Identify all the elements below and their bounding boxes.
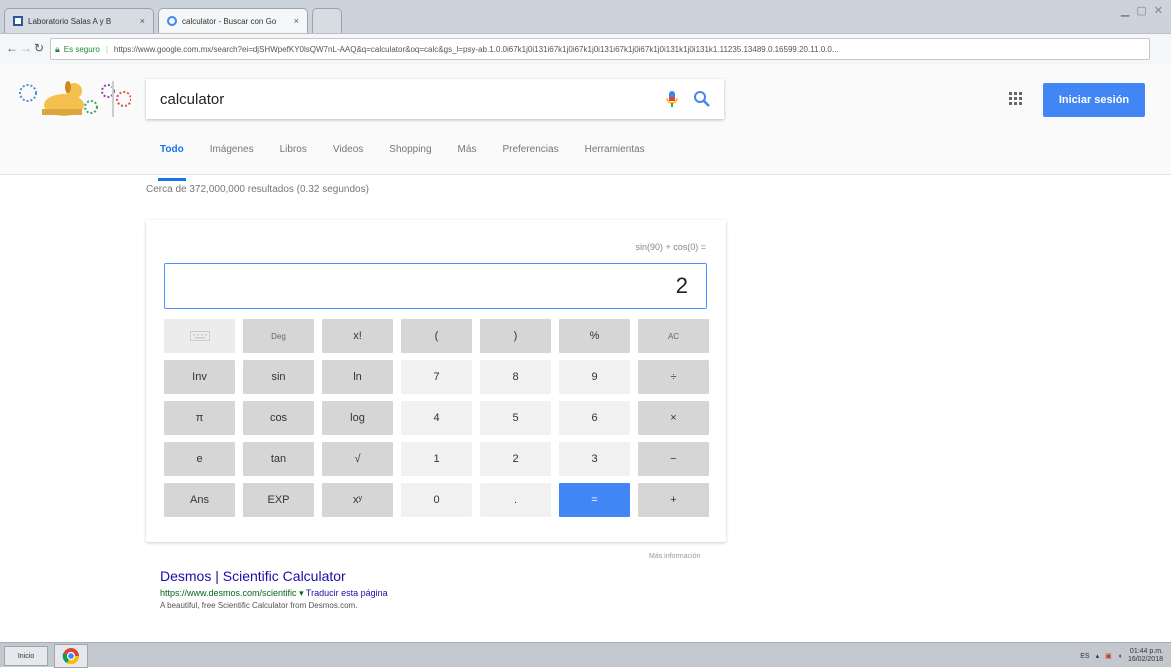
search-box bbox=[146, 79, 724, 119]
calc-key-cos[interactable]: cos bbox=[243, 401, 314, 435]
calc-key-subtract[interactable]: − bbox=[638, 442, 709, 476]
tab-imagenes[interactable]: Imágenes bbox=[210, 144, 254, 168]
tab-herramientas[interactable]: Herramientas bbox=[585, 144, 645, 168]
more-info-link[interactable]: Más información bbox=[649, 553, 700, 560]
tray-flag-icon[interactable]: ▴ bbox=[1096, 652, 1100, 660]
tab-title: calculator - Buscar con Go bbox=[182, 16, 277, 26]
calc-key-power[interactable]: xʸ bbox=[322, 483, 393, 517]
calc-key-add[interactable]: + bbox=[638, 483, 709, 517]
new-tab-button[interactable] bbox=[312, 8, 342, 33]
calc-key-open-paren[interactable]: ( bbox=[401, 319, 472, 353]
lock-icon: 🔒︎ bbox=[55, 43, 60, 54]
calc-key-0[interactable]: 0 bbox=[401, 483, 472, 517]
calc-key-ln[interactable]: ln bbox=[322, 360, 393, 394]
google-favicon-icon bbox=[167, 16, 177, 26]
google-header: Iniciar sesión Todo Imágenes Libros Vide… bbox=[0, 64, 1171, 181]
address-bar: ← → ↻ 🔒︎ Es seguro | https://www.google.… bbox=[0, 34, 1171, 65]
calc-key-1[interactable]: 1 bbox=[401, 442, 472, 476]
calc-key-7[interactable]: 7 bbox=[401, 360, 472, 394]
result-title-link[interactable]: Desmos | Scientific Calculator bbox=[160, 568, 346, 584]
calc-key-6[interactable]: 6 bbox=[559, 401, 630, 435]
tab-preferencias[interactable]: Preferencias bbox=[502, 144, 558, 168]
start-button[interactable]: Inicio bbox=[4, 646, 48, 666]
tab-calculator[interactable]: calculator - Buscar con Go × bbox=[158, 8, 308, 33]
search-input[interactable] bbox=[158, 89, 652, 109]
calc-key-multiply[interactable]: × bbox=[638, 401, 709, 435]
tab-todo[interactable]: Todo bbox=[158, 144, 186, 181]
calc-key-5[interactable]: 5 bbox=[480, 401, 551, 435]
chrome-icon bbox=[62, 648, 80, 665]
system-tray: ES ▴ ▣ ◖ 01:44 p.m. 16/02/2018 bbox=[1080, 648, 1163, 664]
close-tab-icon[interactable]: × bbox=[140, 16, 145, 26]
security-label: Es seguro bbox=[63, 44, 100, 54]
url-input[interactable]: 🔒︎ Es seguro | https://www.google.com.mx… bbox=[50, 38, 1150, 60]
calc-key-log[interactable]: log bbox=[322, 401, 393, 435]
calc-key-percent[interactable]: % bbox=[559, 319, 630, 353]
calculator-result: 2 bbox=[675, 273, 688, 298]
calc-key-deg[interactable]: Deg bbox=[243, 319, 314, 353]
calc-key-9[interactable]: 9 bbox=[559, 360, 630, 394]
clock[interactable]: 01:44 p.m. 16/02/2018 bbox=[1128, 648, 1163, 664]
calc-key-ans[interactable]: Ans bbox=[164, 483, 235, 517]
tab-libros[interactable]: Libros bbox=[280, 144, 307, 168]
windows-taskbar: Inicio ES ▴ ▣ ◖ 01:44 p.m. 16/02/2018 bbox=[0, 642, 1171, 668]
calc-key-divide[interactable]: ÷ bbox=[638, 360, 709, 394]
back-icon[interactable]: ← bbox=[6, 41, 18, 55]
calc-key-decimal[interactable]: . bbox=[480, 483, 551, 517]
calc-key-keyboard[interactable] bbox=[164, 319, 235, 353]
network-icon[interactable]: ▣ bbox=[1105, 652, 1112, 660]
calculator-expression: sin(90) + cos(0) = bbox=[635, 242, 706, 252]
window-controls[interactable]: ▁ ▢ ✕ bbox=[1121, 4, 1165, 17]
calc-key-exp[interactable]: EXP bbox=[243, 483, 314, 517]
apps-grid-icon[interactable] bbox=[1009, 92, 1023, 106]
search-tabs: Todo Imágenes Libros Videos Shopping Más… bbox=[158, 144, 671, 181]
site-favicon-icon bbox=[13, 16, 23, 26]
calc-key-3[interactable]: 3 bbox=[559, 442, 630, 476]
volume-icon[interactable]: ◖ bbox=[1118, 653, 1122, 660]
calc-key-sin[interactable]: sin bbox=[243, 360, 314, 394]
calculator-widget: sin(90) + cos(0) = 2 Deg x! ( ) % AC Inv… bbox=[146, 220, 726, 542]
calc-key-8[interactable]: 8 bbox=[480, 360, 551, 394]
tab-shopping[interactable]: Shopping bbox=[389, 144, 431, 168]
browser-tab-bar: Laboratorio Salas A y B × calculator - B… bbox=[0, 0, 1171, 34]
calc-key-close-paren[interactable]: ) bbox=[480, 319, 551, 353]
calc-key-sqrt[interactable]: √ bbox=[322, 442, 393, 476]
url-text: https://www.google.com.mx/search?ei=djSH… bbox=[113, 44, 839, 54]
omnibox-separator: | bbox=[105, 44, 108, 54]
calc-key-e[interactable]: e bbox=[164, 442, 235, 476]
tab-videos[interactable]: Videos bbox=[333, 144, 363, 168]
calc-key-2[interactable]: 2 bbox=[480, 442, 551, 476]
chrome-taskbar-button[interactable] bbox=[54, 644, 88, 668]
tab-title: Laboratorio Salas A y B bbox=[28, 16, 112, 26]
calc-key-4[interactable]: 4 bbox=[401, 401, 472, 435]
result-url-text: https://www.desmos.com/scientific bbox=[160, 588, 297, 598]
result-url: https://www.desmos.com/scientific ▾ Trad… bbox=[160, 588, 388, 599]
translate-link[interactable]: Traducir esta página bbox=[306, 588, 388, 598]
reload-icon[interactable]: ↻ bbox=[34, 41, 44, 55]
tab-laboratorio[interactable]: Laboratorio Salas A y B × bbox=[4, 8, 154, 33]
calc-key-pi[interactable]: π bbox=[164, 401, 235, 435]
google-doodle-logo[interactable] bbox=[16, 79, 131, 119]
tab-mas[interactable]: Más bbox=[458, 144, 477, 168]
signin-button[interactable]: Iniciar sesión bbox=[1043, 83, 1145, 117]
keyboard-icon bbox=[189, 331, 210, 341]
dropdown-arrow-icon[interactable]: ▾ bbox=[299, 588, 306, 598]
result-description: A beautiful, free Scientific Calculator … bbox=[160, 601, 358, 610]
search-icon[interactable] bbox=[692, 89, 712, 109]
language-indicator[interactable]: ES bbox=[1080, 653, 1089, 660]
close-tab-icon[interactable]: × bbox=[294, 16, 299, 26]
calculator-display[interactable]: 2 bbox=[164, 263, 707, 309]
calc-key-tan[interactable]: tan bbox=[243, 442, 314, 476]
calc-key-ac[interactable]: AC bbox=[638, 319, 709, 353]
result-stats: Cerca de 372,000,000 resultados (0.32 se… bbox=[146, 184, 369, 195]
calc-key-inv[interactable]: Inv bbox=[164, 360, 235, 394]
forward-icon[interactable]: → bbox=[20, 41, 32, 55]
calc-key-equals[interactable]: = bbox=[559, 483, 630, 517]
clock-date: 16/02/2018 bbox=[1127, 656, 1163, 663]
calc-key-factorial[interactable]: x! bbox=[322, 319, 393, 353]
clock-time: 01:44 p.m. bbox=[1129, 648, 1163, 655]
calculator-keypad: Deg x! ( ) % AC Inv sin ln 7 8 9 ÷ π cos… bbox=[164, 319, 709, 517]
microphone-icon[interactable] bbox=[662, 89, 682, 109]
